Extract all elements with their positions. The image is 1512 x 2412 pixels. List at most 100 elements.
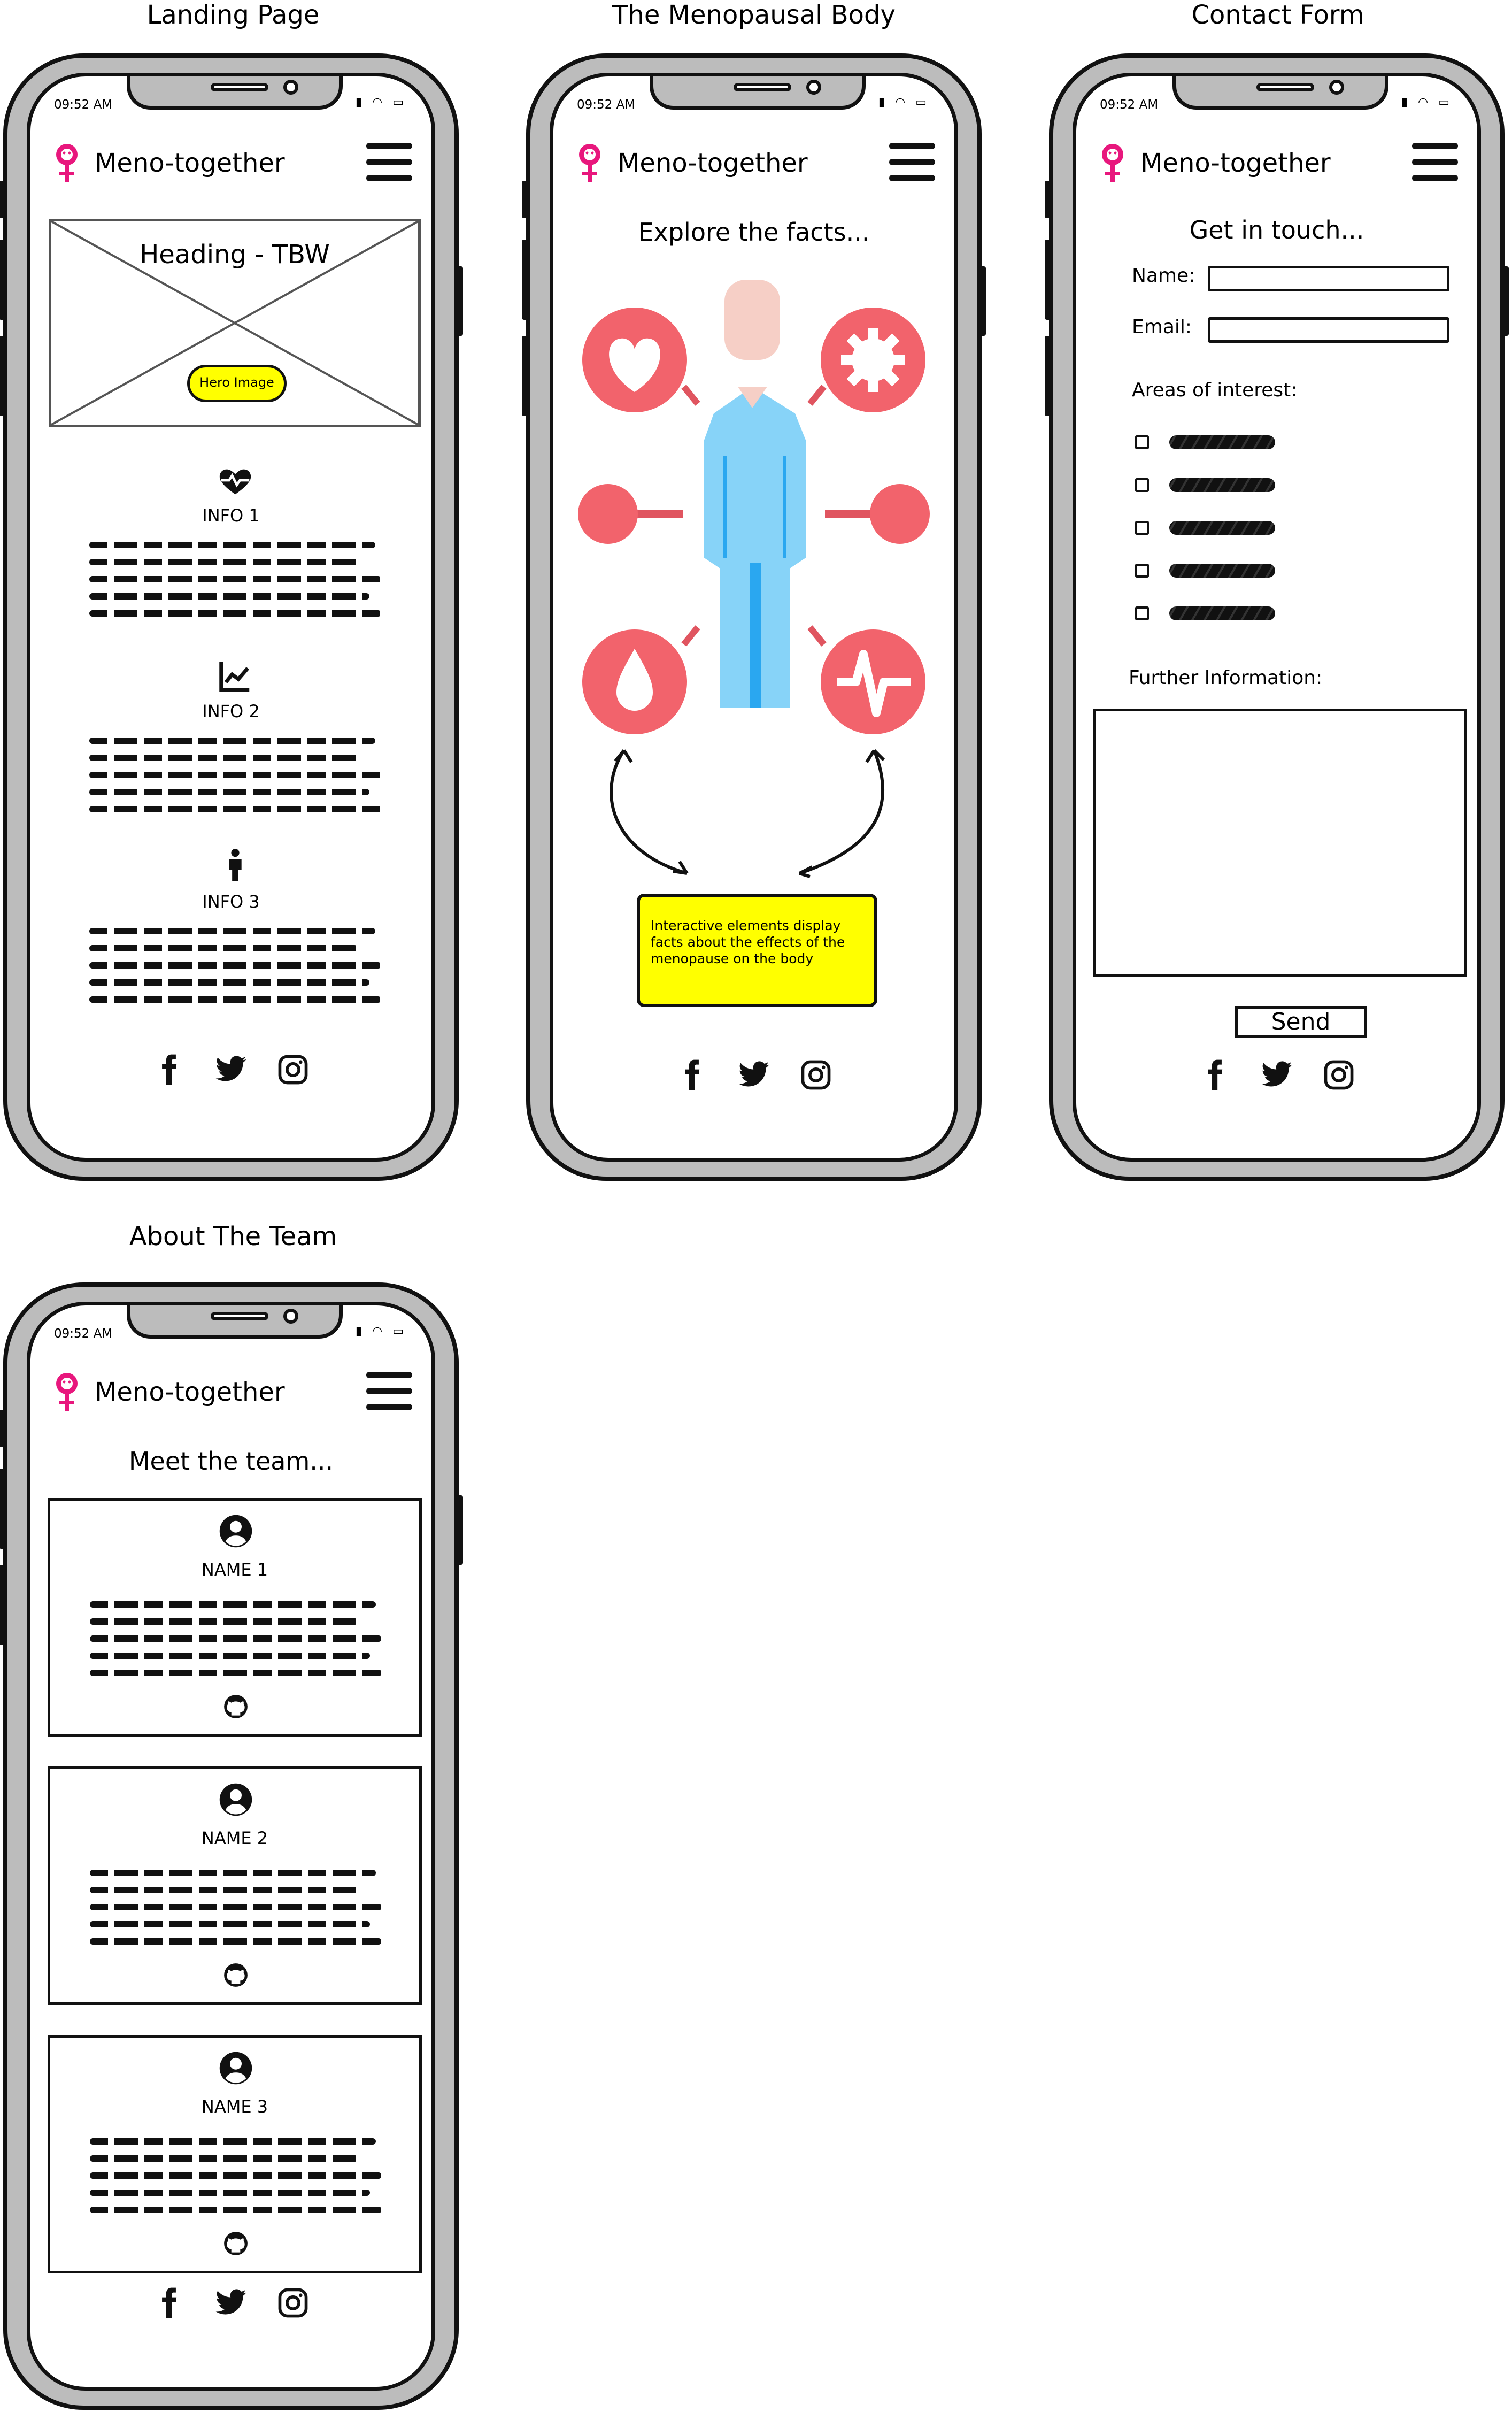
interests-label: Areas of interest: [1132, 379, 1298, 401]
interest-option-text [1169, 478, 1275, 492]
interest-checkbox[interactable] [1135, 521, 1149, 535]
app-bar: Meno-together [1076, 141, 1477, 189]
blood-hotspot[interactable] [582, 629, 687, 734]
status-icons: ▮ ◠ ▭ [1401, 96, 1453, 109]
info-2-label: INFO 2 [202, 701, 260, 721]
status-icons: ▮ ◠ ▭ [355, 96, 407, 109]
female-symbol-icon[interactable] [52, 141, 82, 189]
left-organ-hotspot[interactable] [578, 484, 638, 544]
member-name: NAME 1 [201, 1560, 268, 1580]
caption-contact-form: Contact Form [1191, 0, 1364, 30]
hamburger-menu-icon[interactable] [366, 1372, 412, 1411]
name-field[interactable] [1208, 266, 1449, 291]
interest-option-text [1169, 606, 1275, 620]
female-symbol-icon[interactable] [1098, 141, 1128, 189]
interest-checkbox[interactable] [1135, 478, 1149, 492]
hormone-hotspot[interactable] [821, 308, 925, 412]
female-symbol-icon[interactable] [52, 1370, 82, 1418]
facebook-icon[interactable] [1198, 1058, 1231, 1092]
app-title[interactable]: Meno-together [95, 148, 285, 178]
phone-body: 09:52 AM ▮ ◠ ▭ Meno-together Explore the… [522, 53, 986, 1181]
send-button[interactable]: Send [1235, 1006, 1367, 1038]
screen-body: 09:52 AM ▮ ◠ ▭ Meno-together Explore the… [550, 73, 958, 1162]
social-links [30, 2286, 431, 2329]
screen-about: 09:52 AM ▮ ◠ ▭ Meno-together Meet the te… [27, 1302, 435, 2391]
github-icon[interactable] [222, 2230, 249, 2257]
app-title[interactable]: Meno-together [95, 1377, 285, 1407]
phone-notch [1172, 76, 1388, 110]
team-member-card: NAME 2 [48, 1766, 422, 2005]
body-head [724, 280, 780, 360]
team-member-card: NAME 1 [48, 1498, 422, 1737]
interest-option-text [1169, 435, 1275, 449]
member-bio [90, 2138, 382, 2224]
pulse-hotspot[interactable] [821, 629, 925, 734]
hero-heading: Heading - TBW [140, 240, 330, 270]
twitter-icon[interactable] [214, 1053, 248, 1086]
interest-option-text [1169, 521, 1275, 535]
heart-hotspot[interactable] [582, 308, 687, 412]
twitter-icon[interactable] [1260, 1058, 1293, 1092]
phone-about: 09:52 AM ▮ ◠ ▭ Meno-together Meet the te… [0, 1282, 463, 2410]
right-organ-hotspot[interactable] [870, 484, 930, 544]
info-3-label: INFO 3 [202, 892, 260, 912]
facebook-icon[interactable] [152, 1053, 186, 1086]
status-time: 09:52 AM [54, 1327, 113, 1341]
github-icon[interactable] [222, 1693, 249, 1720]
instagram-icon[interactable] [1322, 1058, 1355, 1092]
hero-image-placeholder: Heading - TBW Hero Image [49, 219, 421, 427]
name-label: Name: [1132, 265, 1195, 287]
status-time: 09:52 AM [1100, 98, 1159, 112]
instagram-icon[interactable] [276, 1053, 310, 1086]
phone-contact: 09:52 AM ▮ ◠ ▭ Meno-together Get in touc… [1045, 53, 1509, 1181]
github-icon[interactable] [222, 1962, 249, 1988]
hero-image-label[interactable]: Hero Image [187, 365, 287, 402]
status-time: 09:52 AM [54, 98, 113, 112]
interest-option[interactable] [1135, 517, 1275, 539]
status-icons: ▮ ◠ ▭ [355, 1325, 407, 1338]
screen-contact: 09:52 AM ▮ ◠ ▭ Meno-together Get in touc… [1073, 73, 1481, 1162]
interest-checkbox[interactable] [1135, 435, 1149, 449]
email-label: Email: [1132, 316, 1192, 338]
hamburger-menu-icon[interactable] [889, 143, 935, 182]
caption-menopausal-body: The Menopausal Body [612, 0, 896, 30]
app-title[interactable]: Meno-together [618, 148, 808, 178]
app-title[interactable]: Meno-together [1140, 148, 1331, 178]
interest-option[interactable] [1135, 560, 1275, 581]
info-2-text [89, 738, 381, 823]
interest-checkbox[interactable] [1135, 606, 1149, 620]
heart-pulse-icon [219, 469, 251, 495]
phone-landing: 09:52 AM ▮ ◠ ▭ Meno-together Heading - T… [0, 53, 463, 1181]
further-info-textarea[interactable] [1093, 709, 1467, 977]
member-bio [90, 1601, 382, 1687]
social-links [1076, 1058, 1477, 1101]
status-time: 09:52 AM [577, 98, 636, 112]
interest-option[interactable] [1135, 474, 1275, 496]
info-3-text [89, 928, 381, 1013]
interest-option[interactable] [1135, 603, 1275, 624]
screen-landing: 09:52 AM ▮ ◠ ▭ Meno-together Heading - T… [27, 73, 435, 1162]
page-title: Meet the team... [128, 1447, 334, 1476]
interest-checkbox[interactable] [1135, 564, 1149, 578]
instagram-icon[interactable] [799, 1058, 832, 1092]
interactive-note: Interactive elements display facts about… [637, 894, 877, 1007]
phone-notch [127, 76, 343, 110]
facebook-icon[interactable] [152, 2286, 186, 2319]
account-circle-icon [219, 1515, 252, 1548]
instagram-icon[interactable] [276, 2286, 310, 2319]
interest-option[interactable] [1135, 432, 1275, 453]
hamburger-menu-icon[interactable] [366, 143, 412, 182]
person-icon [229, 849, 242, 881]
facebook-icon[interactable] [675, 1058, 708, 1092]
member-name: NAME 3 [201, 2096, 268, 2117]
line-chart-icon [219, 662, 250, 692]
twitter-icon[interactable] [214, 2286, 248, 2319]
twitter-icon[interactable] [737, 1058, 770, 1092]
hamburger-menu-icon[interactable] [1412, 143, 1458, 182]
body-illustration [578, 280, 930, 878]
email-field[interactable] [1208, 317, 1449, 343]
member-name: NAME 2 [201, 1828, 268, 1848]
page-title: Explore the facts... [638, 218, 870, 247]
female-symbol-icon[interactable] [575, 141, 605, 189]
page-title: Get in touch... [1189, 216, 1364, 244]
